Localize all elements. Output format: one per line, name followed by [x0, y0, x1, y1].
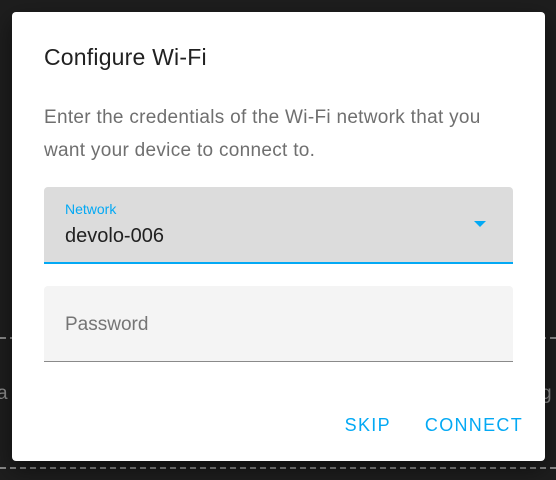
divider-bottom — [0, 467, 556, 469]
dialog-title: Configure Wi-Fi — [44, 44, 207, 70]
network-value: devolo-006 — [65, 225, 164, 247]
wifi-config-dialog: Configure Wi-Fi Enter the credentials of… — [12, 12, 545, 461]
chevron-down-icon[interactable] — [474, 221, 486, 227]
network-select[interactable]: Network devolo-006 — [44, 187, 513, 264]
dialog-description: Enter the credentials of the Wi-Fi netwo… — [44, 107, 481, 161]
password-field[interactable] — [44, 286, 513, 362]
dialog-actions: SKIP CONNECT — [345, 415, 523, 436]
background-text-left: a — [0, 383, 8, 404]
connect-button[interactable]: CONNECT — [425, 415, 523, 436]
network-label: Network — [65, 201, 117, 217]
password-input[interactable] — [65, 310, 485, 340]
skip-button[interactable]: SKIP — [345, 415, 391, 436]
